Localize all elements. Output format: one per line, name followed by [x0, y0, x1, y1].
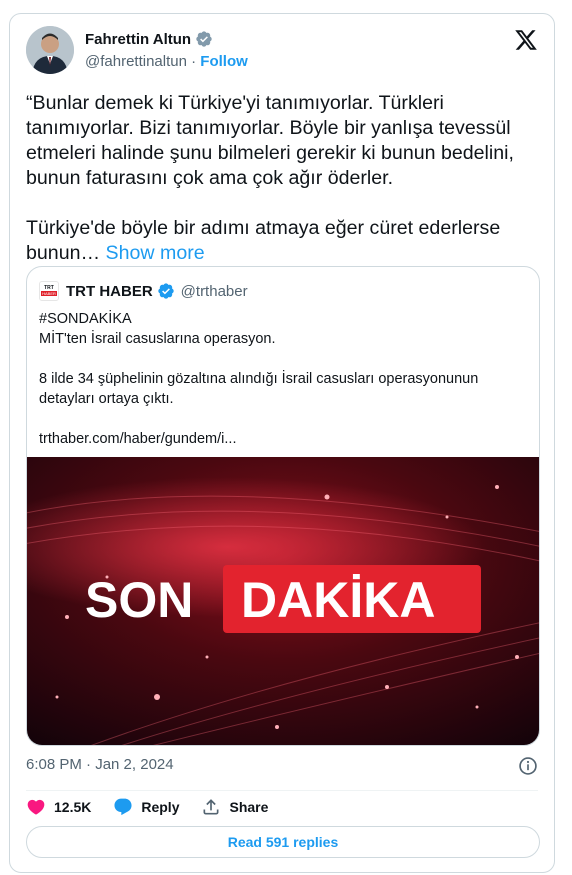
author-handle[interactable]: @fahrettinaltun	[85, 53, 187, 70]
like-button[interactable]: 12.5K	[26, 797, 91, 817]
reply-bubble-icon	[114, 798, 132, 816]
share-button[interactable]: Share	[201, 797, 268, 817]
share-icon	[203, 799, 219, 815]
quoted-tweet-header: TRT HABER TRT HABER @trthaber	[39, 281, 248, 301]
quoted-tweet-text: #SONDAKİKA MİT'ten İsrail casuslarına op…	[39, 311, 479, 447]
info-icon[interactable]	[518, 756, 538, 776]
image-text-son: SON	[85, 572, 193, 628]
author-avatar[interactable]	[26, 26, 74, 74]
son-dakika-image[interactable]: SON DAKİKA	[27, 457, 539, 745]
image-text-dakika: DAKİKA	[241, 572, 435, 628]
author-name[interactable]: Fahrettin Altun	[85, 31, 191, 48]
like-count: 12.5K	[54, 799, 92, 815]
read-replies-button[interactable]: Read 591 replies	[26, 826, 540, 858]
author-handle-row: @fahrettinaltun · Follow	[85, 53, 248, 70]
trt-haber-logo: TRT HABER	[39, 281, 59, 301]
quoted-tweet[interactable]: TRT HABER TRT HABER @trthaber #SONDAKİKA…	[26, 266, 540, 746]
x-logo-icon[interactable]	[514, 28, 538, 52]
tweet-card: Fahrettin Altun @fahrettinaltun · Follow…	[9, 13, 555, 873]
quoted-author-handle: @trthaber	[180, 282, 248, 300]
verified-badge-icon	[196, 31, 212, 47]
divider	[26, 790, 538, 791]
quoted-author-name: TRT HABER	[66, 282, 153, 300]
separator-dot: ·	[191, 53, 197, 70]
action-bar: 12.5K Reply Share	[26, 796, 290, 818]
tweet-body: “Bunlar demek ki Türkiye'yi tanımıyorlar…	[26, 91, 541, 266]
heart-icon	[27, 799, 45, 815]
share-label: Share	[229, 799, 269, 815]
tweet-timestamp[interactable]: 6:08 PM · Jan 2, 2024	[26, 756, 174, 773]
verified-badge-icon	[157, 283, 174, 299]
follow-button[interactable]: Follow	[200, 53, 248, 70]
reply-button[interactable]: Reply	[113, 797, 179, 817]
show-more-link[interactable]: Show more	[106, 242, 205, 264]
author-name-row: Fahrettin Altun	[85, 30, 213, 48]
tweet-text: “Bunlar demek ki Türkiye'yi tanımıyorlar…	[26, 92, 514, 264]
reply-label: Reply	[141, 799, 180, 815]
